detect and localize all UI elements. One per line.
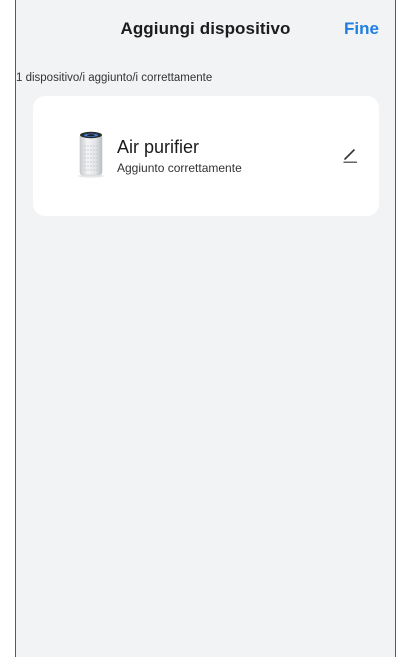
device-status: Aggiunto correttamente [117, 161, 242, 175]
device-name: Air purifier [117, 137, 200, 157]
air-purifier-image [78, 131, 104, 178]
device-card[interactable]: Air purifier Aggiunto correttamente [33, 96, 379, 216]
app-screen: Aggiungi dispositivo Fine 1 dispositivo/… [15, 0, 396, 657]
done-button[interactable]: Fine [344, 19, 379, 39]
pencil-icon[interactable] [341, 146, 359, 164]
navigation-bar: Aggiungi dispositivo Fine [16, 0, 395, 62]
page-title: Aggiungi dispositivo [120, 19, 291, 38]
success-message: 1 dispositivo/i aggiunto/i correttamente [16, 72, 213, 84]
